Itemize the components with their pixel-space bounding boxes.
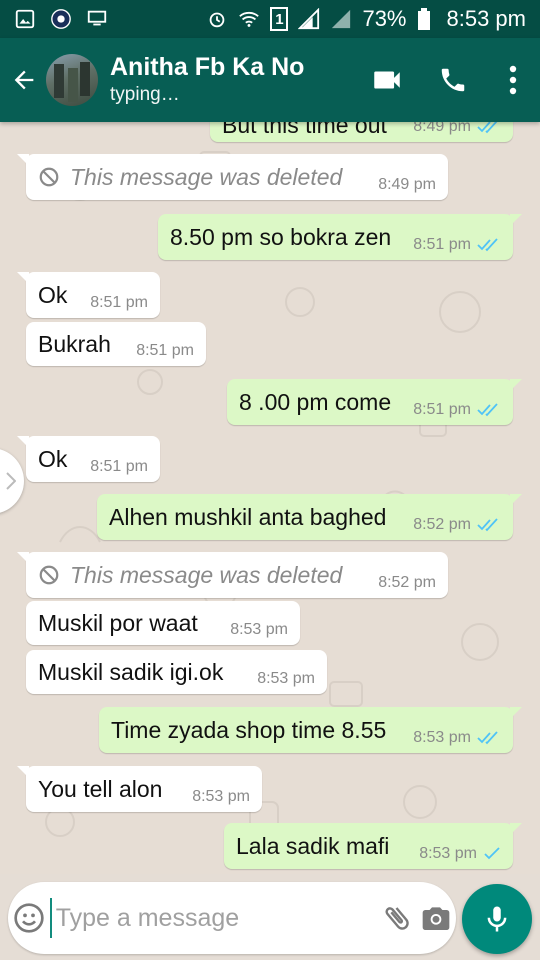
camera-icon [423, 907, 450, 930]
message-time: 8:51 pm [136, 342, 194, 359]
message-outgoing[interactable]: Alhen mushkil anta baghed 8:52 pm [97, 494, 522, 540]
status-bar: 1 73% 8:53 pm [0, 0, 540, 38]
double-check-read-icon [477, 518, 498, 532]
message-text: Lala sadik mafi [236, 832, 390, 859]
message-outgoing[interactable]: Lala sadik mafi 8:53 pm [224, 823, 522, 869]
contact-info[interactable]: Anitha Fb Ka No typing… [110, 52, 354, 108]
block-icon [39, 167, 59, 187]
message-input[interactable] [49, 898, 378, 938]
single-check-icon [484, 847, 500, 860]
chat-header: Anitha Fb Ka No typing… [0, 38, 540, 122]
video-call-icon [374, 71, 400, 89]
message-text: This message was deleted [70, 163, 343, 190]
message-outgoing[interactable]: 8.50 pm so bokra zen 8:51 pm [158, 214, 522, 260]
message-text: Ok [38, 445, 68, 472]
back-arrow-icon [14, 70, 34, 90]
message-time: 8:51 pm [90, 294, 148, 311]
video-call-button[interactable] [354, 38, 420, 122]
message-outgoing[interactable]: But this time out 8:49 pm [210, 122, 522, 142]
message-time: 8:53 pm [192, 788, 250, 805]
double-check-read-icon [477, 122, 498, 134]
battery-percent: 73% [362, 6, 407, 31]
message-time: 8:51 pm [413, 236, 471, 253]
sim-badge: 1 [270, 7, 289, 31]
avatar[interactable] [46, 54, 98, 106]
message-time: 8:51 pm [90, 458, 148, 475]
message-text: 8.50 pm so bokra zen [170, 223, 392, 250]
message-incoming[interactable]: Ok 8:51 pm [17, 272, 160, 318]
message-incoming[interactable]: Muskil por waat 8:53 pm [26, 601, 300, 645]
contact-name: Anitha Fb Ka No [110, 53, 305, 81]
alarm-icon [210, 12, 225, 28]
message-text: You tell alon [38, 775, 163, 802]
message-time: 8:51 pm [413, 401, 471, 418]
message-time: 8:49 pm [413, 122, 471, 135]
message-time: 8:53 pm [230, 621, 288, 638]
paperclip-icon [385, 907, 410, 930]
message-outgoing[interactable]: 8 .00 pm come 8:51 pm [227, 379, 522, 425]
more-options-button[interactable] [486, 38, 540, 122]
back-button[interactable] [2, 38, 46, 122]
camera-button[interactable] [417, 882, 456, 954]
message-outgoing[interactable]: Time zyada shop time 8.55 8:53 pm [99, 707, 522, 753]
message-text: Ok [38, 281, 68, 308]
battery-icon [417, 8, 430, 30]
message-composer [8, 882, 456, 954]
message-text: Muskil sadik igi.ok [38, 658, 224, 685]
chevron-right-icon [6, 472, 16, 490]
computer-icon [87, 10, 107, 26]
wifi-icon [239, 11, 260, 27]
clock: 8:53 pm [446, 6, 527, 31]
microphone-icon [487, 906, 507, 932]
message-text: 8 .00 pm come [239, 388, 392, 415]
message-text: Alhen mushkil anta baghed [109, 503, 387, 530]
block-icon [39, 565, 59, 585]
message-incoming-deleted[interactable]: This message was deleted 8:52 pm [17, 552, 448, 598]
double-check-read-icon [477, 238, 498, 252]
gallery-icon [15, 9, 35, 29]
emoji-button[interactable] [8, 882, 50, 954]
message-time: 8:53 pm [413, 729, 471, 746]
message-incoming-deleted[interactable]: This message was deleted 8:49 pm [17, 154, 448, 200]
chat-area[interactable]: But this time out 8:49 pm This message w… [0, 122, 540, 874]
double-check-read-icon [477, 403, 498, 417]
shield-badge-icon [51, 9, 71, 29]
message-incoming[interactable]: Bukrah 8:51 pm [26, 322, 206, 366]
message-time: 8:49 pm [378, 176, 436, 193]
message-text: Time zyada shop time 8.55 [111, 716, 387, 743]
double-check-read-icon [477, 731, 498, 745]
message-time: 8:52 pm [413, 516, 471, 533]
contact-status: typing… [110, 84, 180, 105]
phone-icon [441, 68, 465, 92]
attach-button[interactable] [378, 882, 417, 954]
message-time: 8:52 pm [378, 574, 436, 591]
message-incoming[interactable]: You tell alon 8:53 pm [17, 766, 262, 812]
signal-2-icon [332, 9, 351, 29]
message-text: This message was deleted [70, 561, 343, 588]
message-incoming[interactable]: Muskil sadik igi.ok 8:53 pm [26, 650, 327, 694]
message-text: Bukrah [38, 330, 111, 357]
message-text: Muskil por waat [38, 609, 198, 636]
voice-call-button[interactable] [420, 38, 486, 122]
message-incoming[interactable]: Ok 8:51 pm [17, 436, 160, 482]
message-time: 8:53 pm [419, 845, 477, 862]
emoji-icon [14, 903, 44, 933]
more-vert-icon [509, 65, 517, 95]
message-time: 8:53 pm [257, 670, 315, 687]
signal-icon [298, 8, 320, 30]
voice-record-button[interactable] [462, 884, 532, 954]
